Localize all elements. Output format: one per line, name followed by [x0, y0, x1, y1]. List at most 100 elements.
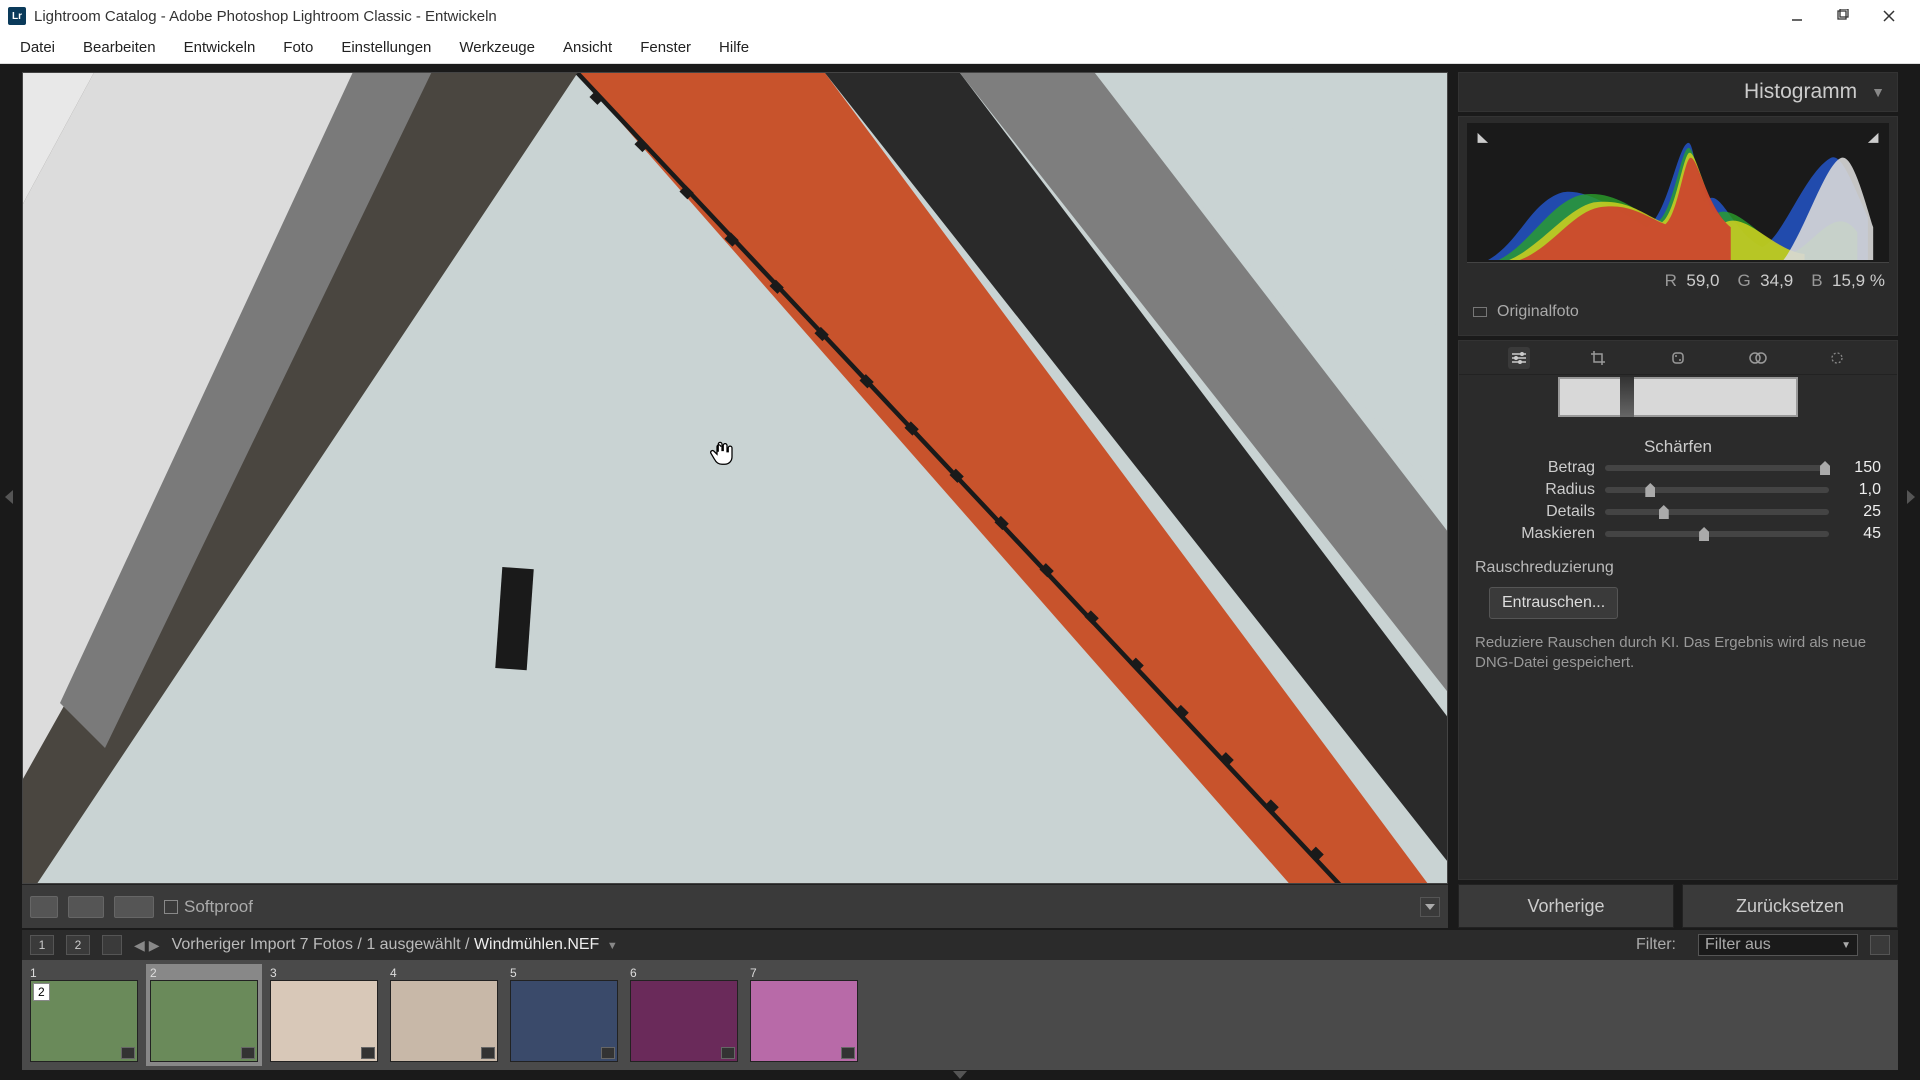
chevron-down-icon: ▼	[1841, 940, 1851, 951]
before-after-button[interactable]	[68, 896, 104, 918]
primary-display-button[interactable]: 1	[30, 935, 54, 955]
maximize-button[interactable]	[1820, 0, 1866, 32]
thumb-badge-icon	[841, 1047, 855, 1059]
nav-back-icon[interactable]: ◀	[134, 937, 145, 954]
slider-track[interactable]	[1605, 487, 1829, 493]
checkbox-icon	[1473, 307, 1487, 317]
histogram-chart[interactable]	[1467, 123, 1889, 263]
menubar: Datei Bearbeiten Entwickeln Foto Einstel…	[0, 32, 1920, 64]
image-panel: Softproof	[22, 72, 1448, 928]
slider-thumb[interactable]	[1820, 461, 1830, 475]
filmstrip-thumb[interactable]: 6	[626, 964, 742, 1066]
current-filename: Windmühlen.NEF	[474, 936, 599, 953]
thumb-number: 1	[30, 966, 37, 980]
thumb-number: 4	[390, 966, 397, 980]
stack-count-badge: 2	[33, 983, 50, 1001]
filmstrip-thumb[interactable]: 2	[146, 964, 262, 1066]
original-label: Originalfoto	[1497, 303, 1579, 321]
thumb-badge-icon	[241, 1047, 255, 1059]
filmstrip-thumb[interactable]: 4	[386, 964, 502, 1066]
slider-thumb[interactable]	[1699, 527, 1709, 541]
app-icon: Lr	[8, 7, 26, 25]
original-photo-toggle[interactable]: Originalfoto	[1467, 295, 1889, 325]
tool-strip	[1459, 341, 1897, 375]
thumb-number: 7	[750, 966, 757, 980]
noise-description: Reduziere Rauschen durch KI. Das Ergebni…	[1475, 633, 1881, 674]
denoise-button[interactable]: Entrauschen...	[1489, 587, 1618, 619]
filter-lock-button[interactable]	[1870, 935, 1890, 955]
thumb-image	[390, 980, 498, 1062]
image-toolbar: Softproof	[22, 884, 1448, 928]
right-panel: Histogramm ▼ R	[1458, 72, 1898, 928]
grid-view-button[interactable]	[102, 935, 122, 955]
secondary-display-button[interactable]: 2	[66, 935, 90, 955]
slider-label: Radius	[1475, 481, 1595, 499]
histogram-header[interactable]: Histogramm ▼	[1458, 72, 1898, 112]
b-value: 15,9	[1832, 271, 1865, 290]
menu-bearbeiten[interactable]: Bearbeiten	[69, 35, 170, 60]
edit-tool-icon[interactable]	[1508, 347, 1530, 369]
histogram-panel: R 59,0 G 34,9 B 15,9 % Originalfoto	[1458, 116, 1898, 336]
filmstrip-thumb[interactable]: 1 2	[26, 964, 142, 1066]
reset-button[interactable]: Zurücksetzen	[1682, 884, 1898, 928]
nav-forward-icon[interactable]: ▶	[149, 937, 160, 954]
close-button[interactable]	[1866, 0, 1912, 32]
toolbar-dropdown[interactable]	[1420, 897, 1440, 917]
slider-details[interactable]: Details 25	[1459, 501, 1897, 523]
sharpen-title: Schärfen	[1459, 437, 1897, 457]
slider-label: Details	[1475, 503, 1595, 521]
breadcrumb[interactable]: Vorheriger Import 7 Fotos / 1 ausgewählt…	[172, 936, 618, 954]
compare-view-button[interactable]	[114, 896, 154, 918]
menu-hilfe[interactable]: Hilfe	[705, 35, 763, 60]
filmstrip-thumb[interactable]: 5	[506, 964, 622, 1066]
slider-track[interactable]	[1605, 531, 1829, 537]
thumb-number: 2	[150, 966, 157, 980]
thumb-number: 5	[510, 966, 517, 980]
detail-preview-thumb[interactable]	[1558, 377, 1798, 417]
r-label: R	[1665, 271, 1677, 290]
filmstrip-handle[interactable]	[22, 1070, 1898, 1080]
slider-thumb[interactable]	[1659, 505, 1669, 519]
crop-tool-icon[interactable]	[1587, 347, 1609, 369]
menu-foto[interactable]: Foto	[269, 35, 327, 60]
filmstrip-thumbs[interactable]: 1 2 2 3 4 5 6 7	[22, 960, 1898, 1070]
slider-track[interactable]	[1605, 509, 1829, 515]
softproof-toggle[interactable]: Softproof	[164, 897, 253, 917]
content-row: Softproof Histogramm ▼	[22, 66, 1898, 928]
menu-einstellungen[interactable]: Einstellungen	[327, 35, 445, 60]
menu-fenster[interactable]: Fenster	[626, 35, 705, 60]
right-panel-handle[interactable]	[1906, 479, 1916, 515]
filter-select[interactable]: Filter aus ▼	[1698, 934, 1858, 956]
slider-label: Maskieren	[1475, 525, 1595, 543]
menu-ansicht[interactable]: Ansicht	[549, 35, 626, 60]
window-title: Lightroom Catalog - Adobe Photoshop Ligh…	[34, 8, 1774, 25]
thumb-image	[510, 980, 618, 1062]
slider-value: 45	[1839, 525, 1881, 543]
menu-werkzeuge[interactable]: Werkzeuge	[445, 35, 549, 60]
thumb-image: 2	[30, 980, 138, 1062]
thumb-badge-icon	[121, 1047, 135, 1059]
minimize-button[interactable]	[1774, 0, 1820, 32]
healing-tool-icon[interactable]	[1667, 347, 1689, 369]
slider-radius[interactable]: Radius 1,0	[1459, 479, 1897, 501]
histogram-rgb-readout: R 59,0 G 34,9 B 15,9 %	[1467, 263, 1889, 295]
previous-button[interactable]: Vorherige	[1458, 884, 1674, 928]
filmstrip: 1 2 ◀ ▶ Vorheriger Import 7 Fotos / 1 au…	[22, 930, 1898, 1080]
menu-entwickeln[interactable]: Entwickeln	[170, 35, 270, 60]
loupe-view-button[interactable]	[30, 896, 58, 918]
image-viewport[interactable]	[22, 72, 1448, 884]
thumb-image	[630, 980, 738, 1062]
slider-label: Betrag	[1475, 459, 1595, 477]
slider-maskieren[interactable]: Maskieren 45	[1459, 523, 1897, 545]
redeye-tool-icon[interactable]	[1826, 347, 1848, 369]
left-panel-handle[interactable]	[4, 479, 14, 515]
slider-betrag[interactable]: Betrag 150	[1459, 457, 1897, 479]
filmstrip-thumb[interactable]: 7	[746, 964, 862, 1066]
thumb-badge-icon	[361, 1047, 375, 1059]
thumb-number: 6	[630, 966, 637, 980]
slider-track[interactable]	[1605, 465, 1829, 471]
menu-datei[interactable]: Datei	[6, 35, 69, 60]
mask-tool-icon[interactable]	[1747, 347, 1769, 369]
slider-thumb[interactable]	[1645, 483, 1655, 497]
filmstrip-thumb[interactable]: 3	[266, 964, 382, 1066]
